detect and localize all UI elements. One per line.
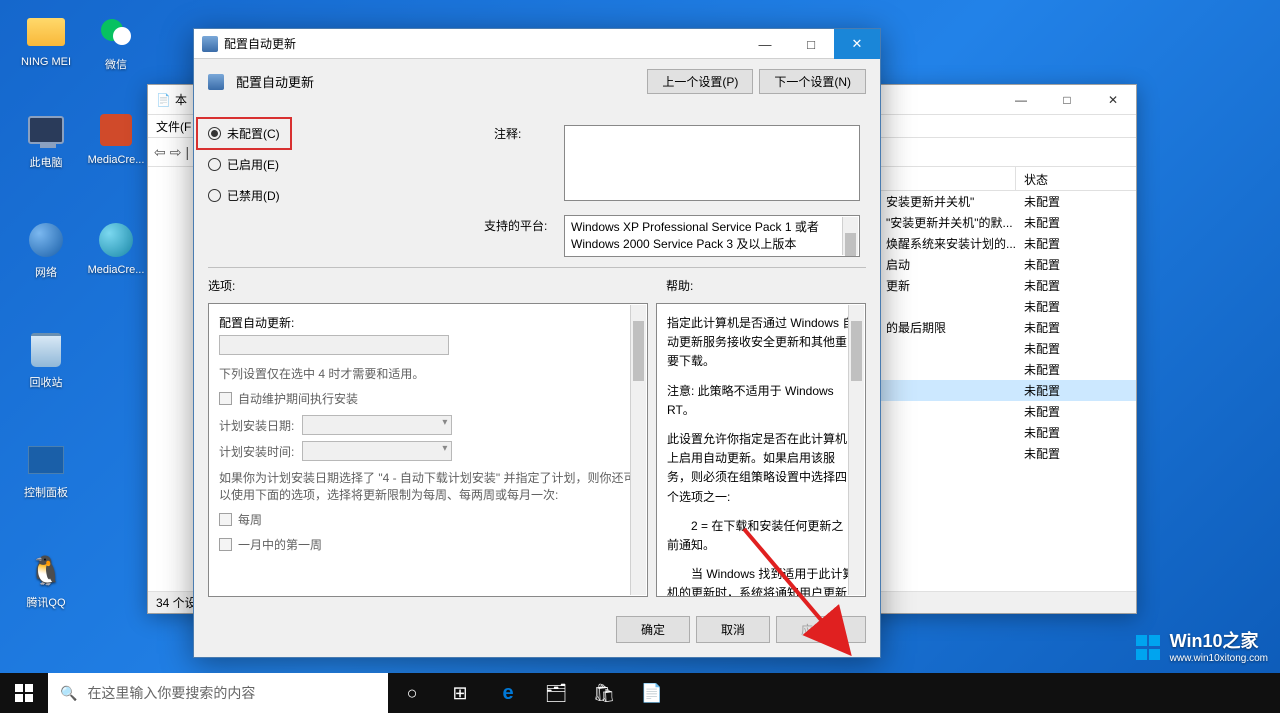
watermark: Win10之家www.win10xitong.com xyxy=(1136,631,1268,665)
options-para2: 如果你为计划安装日期选择了 "4 - 自动下载计划安装" 并指定了计划，则你还可… xyxy=(219,469,637,503)
policy-row[interactable]: 未配置 xyxy=(878,359,1136,380)
list-header: 状态 xyxy=(878,167,1136,191)
policy-row[interactable]: 未配置 xyxy=(878,296,1136,317)
policy-row[interactable]: 未配置 xyxy=(878,338,1136,359)
policy-row[interactable]: 未配置 xyxy=(878,380,1136,401)
policy-row[interactable]: 未配置 xyxy=(878,401,1136,422)
desktop-icon-ningmei[interactable]: NING MEI xyxy=(16,12,76,68)
notepad-icon[interactable]: 📄 xyxy=(628,673,676,713)
weekly-checkbox[interactable]: 每周 xyxy=(219,511,637,528)
search-icon: 🔍 xyxy=(60,685,77,702)
explorer-icon[interactable]: 🗂 xyxy=(532,673,580,713)
dialog-header-title: 配置自动更新 xyxy=(208,72,314,91)
platform-text: Windows XP Professional Service Pack 1 或… xyxy=(564,215,860,257)
desktop-icon-controlpanel[interactable]: 控制面板 xyxy=(16,440,76,500)
help-scrollbar[interactable] xyxy=(848,305,864,595)
taskview-icon[interactable]: ⊞ xyxy=(436,673,484,713)
dialog-close[interactable]: ✕ xyxy=(834,29,880,59)
next-setting-button[interactable]: 下一个设置(N) xyxy=(759,69,866,94)
cortana-icon[interactable]: ○ xyxy=(388,673,436,713)
configure-updates-dialog: 配置自动更新 — □ ✕ 配置自动更新 上一个设置(P) 下一个设置(N) 未配… xyxy=(193,28,881,658)
radio-enabled[interactable]: 已启用(E) xyxy=(208,156,280,173)
desktop-icon-wechat[interactable]: 微信 xyxy=(86,12,146,72)
install-time-dropdown[interactable] xyxy=(302,441,452,461)
gpedit-maximize[interactable]: □ xyxy=(1044,85,1090,115)
radio-disabled[interactable]: 已禁用(D) xyxy=(208,187,280,204)
edge-icon[interactable]: e xyxy=(484,673,532,713)
options-title: 配置自动更新: xyxy=(219,314,637,331)
options-scrollbar[interactable] xyxy=(630,305,646,595)
dialog-maximize[interactable]: □ xyxy=(788,29,834,59)
cancel-button[interactable]: 取消 xyxy=(696,616,770,643)
options-label: 选项: xyxy=(208,277,235,294)
install-day-label: 计划安装日期: xyxy=(219,417,294,434)
gpedit-close[interactable]: ✕ xyxy=(1090,85,1136,115)
desktop-icon-mediacre1[interactable]: MediaCre... xyxy=(86,110,146,166)
firstweek-checkbox[interactable]: 一月中的第一周 xyxy=(219,536,637,553)
win10-logo-icon xyxy=(1136,635,1162,661)
taskbar-search[interactable]: 🔍 在这里输入你要搜索的内容 xyxy=(48,673,388,713)
prev-setting-button[interactable]: 上一个设置(P) xyxy=(647,69,753,94)
help-panel: 指定此计算机是否通过 Windows 自动更新服务接收安全更新和其他重要下载。 … xyxy=(656,303,866,597)
policy-row[interactable]: 焕醒系统来安装计划的...未配置 xyxy=(878,233,1136,254)
policy-row[interactable]: 安装更新并关机"未配置 xyxy=(878,191,1136,212)
policy-row[interactable]: 未配置 xyxy=(878,422,1136,443)
install-time-label: 计划安装时间: xyxy=(219,443,294,460)
platform-label: 支持的平台: xyxy=(484,217,547,234)
scrollbar[interactable] xyxy=(842,217,858,255)
policy-row[interactable]: 启动未配置 xyxy=(878,254,1136,275)
radio-not-configured[interactable]: 未配置(C) xyxy=(196,117,292,150)
options-note: 下列设置仅在选中 4 时才需要和适用。 xyxy=(219,365,637,382)
desktop-icon-thispc[interactable]: 此电脑 xyxy=(16,110,76,170)
maintenance-checkbox[interactable]: 自动维护期间执行安装 xyxy=(219,390,637,407)
desktop-icon-qq[interactable]: 🐧腾讯QQ xyxy=(16,550,76,610)
store-icon[interactable]: 🛍 xyxy=(580,673,628,713)
install-day-dropdown[interactable] xyxy=(302,415,452,435)
desktop-icon-network[interactable]: 网络 xyxy=(16,220,76,280)
policy-row[interactable]: 更新未配置 xyxy=(878,275,1136,296)
ok-button[interactable]: 确定 xyxy=(616,616,690,643)
policy-list: 状态 安装更新并关机"未配置"安装更新并关机"的默...未配置焕醒系统来安装计划… xyxy=(878,167,1136,589)
apply-button[interactable]: 应用(A) xyxy=(776,616,866,643)
desktop-icon-recyclebin[interactable]: 回收站 xyxy=(16,330,76,390)
options-panel: 配置自动更新: 下列设置仅在选中 4 时才需要和适用。 自动维护期间执行安装 计… xyxy=(208,303,648,597)
policy-row[interactable]: 的最后期限未配置 xyxy=(878,317,1136,338)
help-label: 帮助: xyxy=(666,277,693,294)
taskbar: 🔍 在这里输入你要搜索的内容 ○ ⊞ e 🗂 🛍 📄 xyxy=(0,673,1280,713)
comment-label: 注释: xyxy=(494,125,521,142)
dialog-icon xyxy=(202,36,218,52)
policy-row[interactable]: "安装更新并关机"的默...未配置 xyxy=(878,212,1136,233)
policy-row[interactable]: 未配置 xyxy=(878,443,1136,464)
config-dropdown[interactable] xyxy=(219,335,449,355)
comment-textarea[interactable] xyxy=(564,125,860,201)
gpedit-minimize[interactable]: — xyxy=(998,85,1044,115)
start-button[interactable] xyxy=(0,673,48,713)
desktop-icon-mediacre2[interactable]: MediaCre... xyxy=(86,220,146,276)
dialog-minimize[interactable]: — xyxy=(742,29,788,59)
